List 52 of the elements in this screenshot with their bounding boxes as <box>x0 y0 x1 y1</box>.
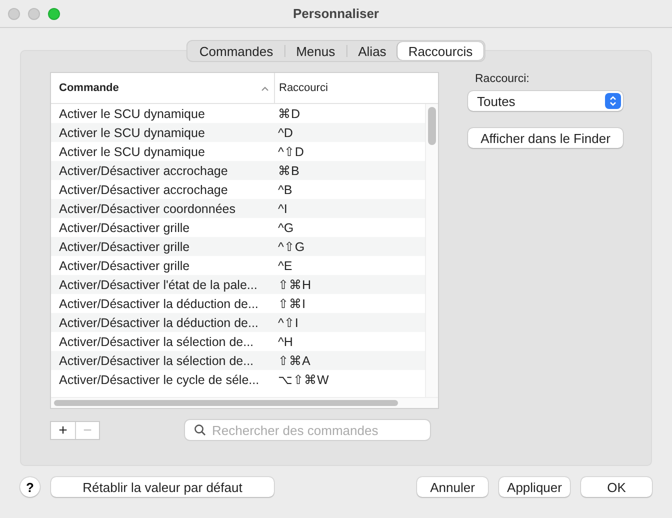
help-button[interactable]: ? <box>20 477 40 497</box>
command-cell-text: Activer/Désactiver grille <box>58 220 191 234</box>
dialog-button[interactable]: OK <box>581 477 652 497</box>
scrollbar-thumb[interactable] <box>54 400 398 406</box>
command-cell-text: Activer/Désactiver accrochage <box>58 182 229 196</box>
column-header[interactable]: Raccourci <box>279 82 328 94</box>
chevron-up-icon <box>261 86 269 90</box>
command-cell-text: Activer/Désactiver grille <box>58 240 191 254</box>
column-header[interactable]: Commande <box>59 82 119 94</box>
command-cell-text: Activer/Désactiver la déduction de... <box>58 316 260 330</box>
command-cell-text: Activer/Désactiver la sélection de... <box>58 334 255 348</box>
tab[interactable]: Menus <box>285 42 346 60</box>
command-cell-text: Activer/Désactiver accrochage <box>58 164 229 178</box>
scrollbar-thumb[interactable] <box>428 107 436 145</box>
dialog-button[interactable]: Appliquer <box>499 477 570 497</box>
command-cell-text: Activer/Désactiver la sélection de... <box>58 354 255 368</box>
shortcut-cell: ^G <box>278 220 294 234</box>
command-cell-text: Activer/Désactiver grille <box>58 258 191 272</box>
command-cell-text: Activer le SCU dynamique <box>58 106 206 120</box>
shortcut-cell: ⇧⌘I <box>278 296 306 311</box>
shortcut-dropdown[interactable]: Toutes <box>468 91 623 111</box>
tab[interactable]: Alias <box>347 42 398 60</box>
add-button[interactable]: + <box>51 422 75 438</box>
command-cell-text: Activer le SCU dynamique <box>58 144 206 158</box>
reset-button[interactable]: Rétablir la valeur par défaut <box>51 477 274 497</box>
shortcut-cell: ^⇧I <box>278 315 298 330</box>
shortcut-cell: ⌥⇧⌘W <box>278 372 329 387</box>
tab[interactable]: Raccourcis <box>397 42 484 60</box>
show-in-finder-button[interactable]: Afficher dans le Finder <box>468 128 623 148</box>
command-cell-text: Activer/Désactiver coordonnées <box>58 202 236 216</box>
command-cell-text: Activer le SCU dynamique <box>58 126 206 140</box>
zoom-button[interactable] <box>48 8 60 20</box>
shortcut-cell: ^B <box>278 182 292 196</box>
shortcut-cell: ^H <box>278 334 293 348</box>
dialog-button[interactable]: Annuler <box>417 477 488 497</box>
shortcut-cell: ⇧⌘A <box>278 353 310 368</box>
tab[interactable]: Commandes <box>188 42 284 60</box>
search-field[interactable]: Rechercher des commandes <box>184 419 431 441</box>
shortcut-cell: ⇧⌘H <box>278 277 312 292</box>
shortcut-cell: ⌘B <box>278 163 300 178</box>
shortcut-cell: ^I <box>278 202 288 216</box>
shortcut-cell: ⌘D <box>278 106 300 121</box>
shortcut-cell: ^E <box>278 258 292 272</box>
command-cell-text: Activer/Désactiver le cycle de séle... <box>58 372 260 386</box>
command-cell-text: Activer/Désactiver l'état de la pale... <box>58 278 258 292</box>
shortcut-cell: ^⇧D <box>278 144 304 159</box>
stepper-icon <box>605 93 621 109</box>
shortcut-cell: ^D <box>278 126 293 140</box>
shortcut-cell: ^⇧G <box>278 239 305 254</box>
command-cell-text: Activer/Désactiver la déduction de... <box>58 296 260 310</box>
window-title: Personnaliser <box>293 6 379 21</box>
filter-label: Raccourci: <box>474 73 530 85</box>
